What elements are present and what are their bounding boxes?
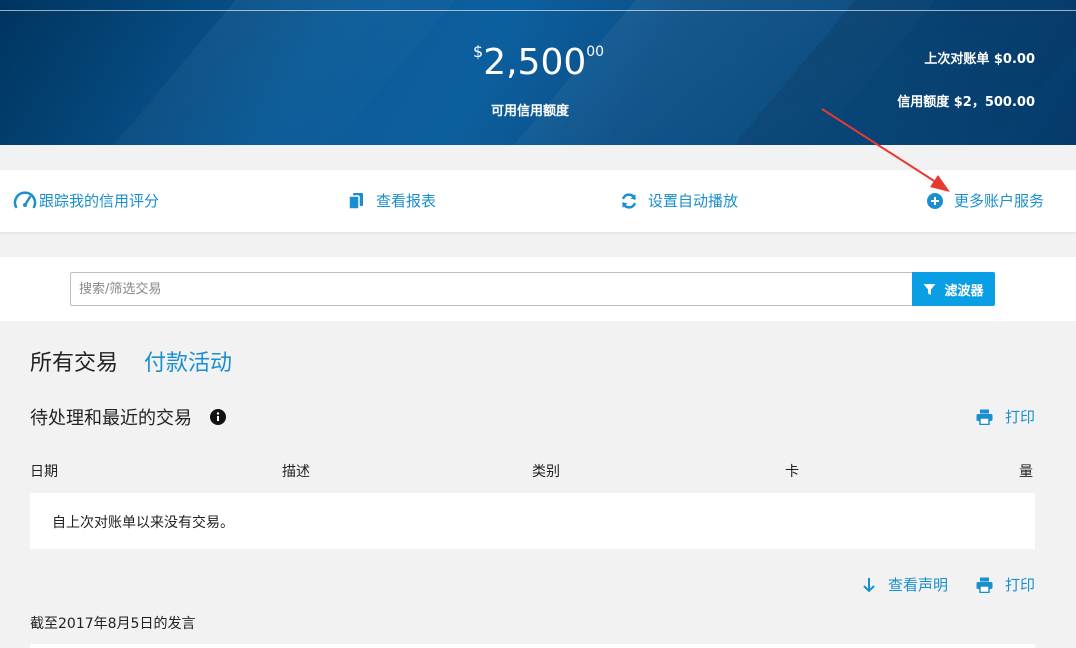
account-actions-bar: 跟踪我的信用评分 查看报表 设置自动播放 更多账户服务: [0, 170, 1076, 232]
column-header-amount[interactable]: 量: [1019, 461, 1033, 481]
banner-divider: [0, 10, 1076, 11]
credit-limit: 信用额度 $2，500.00: [897, 95, 1035, 110]
filter-button[interactable]: 滤波器: [912, 272, 995, 306]
column-header-category[interactable]: 类别: [532, 461, 560, 481]
setup-autopay-label: 设置自动播放: [648, 192, 739, 210]
amount-main: 2,500: [483, 42, 587, 83]
statement-as-of-date: 截至2017年8月5日的发言: [30, 616, 196, 632]
printer-icon: [976, 409, 993, 425]
track-credit-score-label: 跟踪我的信用评分: [39, 192, 160, 210]
column-header-date[interactable]: 日期: [30, 461, 58, 481]
filter-button-label: 滤波器: [944, 282, 984, 298]
statement-panel-edge: [30, 644, 1035, 648]
search-filter-bar: 滤波器: [0, 257, 1076, 321]
tab-all-transactions[interactable]: 所有交易: [30, 345, 118, 377]
empty-transactions-row: 自上次对账单以来没有交易。: [30, 493, 1035, 549]
info-icon[interactable]: [210, 409, 226, 425]
banner-decoration: [50, 0, 490, 145]
statement-actions: 查看声明 打印: [862, 574, 1035, 595]
track-credit-score-link[interactable]: 跟踪我的信用评分: [13, 190, 159, 211]
column-header-description[interactable]: 描述: [282, 461, 310, 481]
tab-payment-activity[interactable]: 付款活动: [144, 345, 232, 377]
currency-symbol: $: [473, 42, 484, 61]
plus-circle-icon: [927, 192, 943, 209]
more-account-services-link[interactable]: 更多账户服务: [926, 190, 1044, 211]
last-statement-balance: 上次对账单 $0.00: [924, 52, 1035, 67]
column-header-card[interactable]: 卡: [785, 461, 799, 481]
available-credit-amount: $2,50000: [473, 42, 604, 83]
section-title-text: 待处理和最近的交易: [30, 408, 192, 429]
print-statement-label: 打印: [1004, 576, 1035, 594]
download-arrow-icon: [863, 577, 875, 592]
refresh-icon: [622, 192, 636, 209]
print-statement-button[interactable]: 打印: [976, 574, 1035, 595]
view-statements-label: 查看报表: [376, 192, 437, 210]
print-button[interactable]: 打印: [976, 406, 1035, 427]
empty-transactions-message: 自上次对账单以来没有交易。: [52, 515, 234, 531]
section-title: 待处理和最近的交易: [30, 404, 226, 430]
printer-icon: [976, 577, 993, 593]
available-credit-label: 可用信用额度: [491, 104, 570, 119]
speedometer-icon: [13, 190, 37, 208]
print-label: 打印: [1004, 408, 1035, 426]
view-statement-label: 查看声明: [887, 576, 948, 594]
setup-autopay-link[interactable]: 设置自动播放: [620, 190, 738, 211]
view-statement-link[interactable]: 查看声明: [862, 574, 948, 595]
more-account-services-label: 更多账户服务: [954, 192, 1045, 210]
account-summary-banner: $2,50000 可用信用额度 上次对账单 $0.00 信用额度 $2，500.…: [0, 0, 1076, 145]
amount-cents: 00: [586, 44, 605, 60]
view-statements-link[interactable]: 查看报表: [348, 190, 436, 211]
search-input[interactable]: [70, 272, 913, 306]
documents-icon: [348, 192, 363, 210]
funnel-icon: [923, 283, 936, 295]
